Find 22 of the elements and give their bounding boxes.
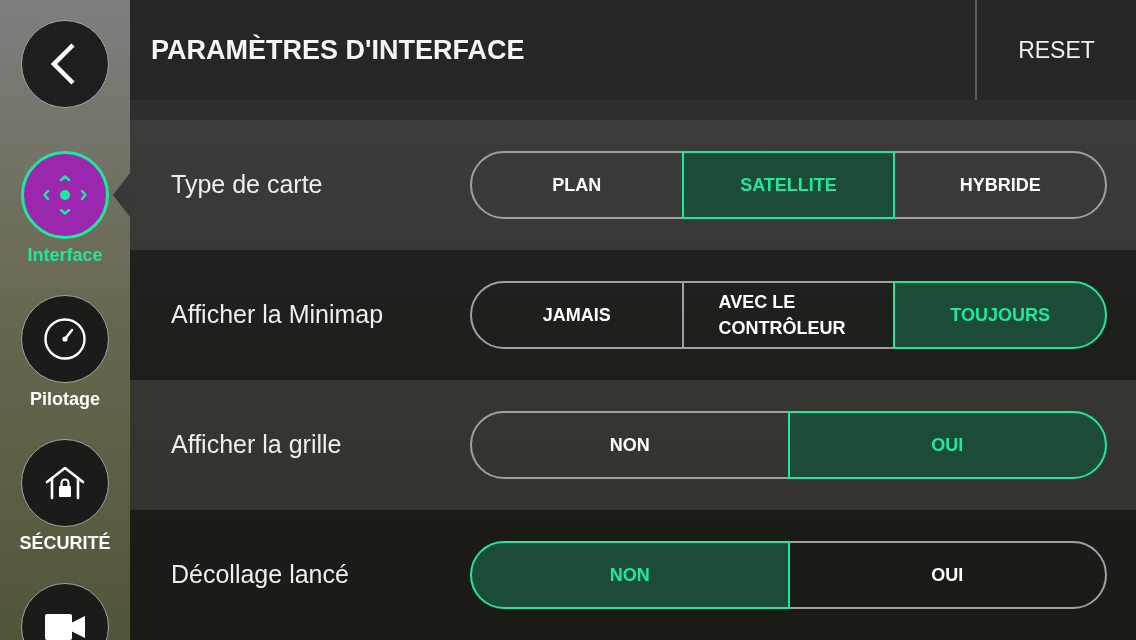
nav-label: SÉCURITÉ	[19, 531, 111, 555]
dpad-icon	[43, 175, 87, 215]
segment-option[interactable]: SATELLITE	[681, 151, 896, 219]
segment-option[interactable]: TOUJOURS	[893, 281, 1107, 349]
reset-button[interactable]: RESET	[975, 0, 1136, 100]
video-camera-icon	[45, 614, 85, 640]
segment-option[interactable]: OUI	[787, 541, 1107, 609]
setting-label: Afficher la grille	[170, 429, 343, 461]
setting-label: Type de carte	[170, 169, 324, 201]
segment-option[interactable]: NON	[470, 541, 790, 609]
segment-option[interactable]: JAMAIS	[470, 281, 684, 349]
pointer-icon	[113, 173, 130, 217]
setting-label: Décollage lancé	[170, 559, 350, 591]
setting-label: Afficher la Minimap	[170, 299, 385, 331]
house-lock-icon	[45, 466, 85, 500]
back-icon	[51, 43, 75, 85]
nav-label: Interface	[27, 244, 103, 267]
page-title: PARAMÈTRES D'INTERFACE	[151, 33, 525, 67]
nav-label: Pilotage	[30, 388, 100, 411]
gauge-icon	[44, 318, 86, 360]
segment-option[interactable]: HYBRIDE	[893, 151, 1107, 219]
segment-option[interactable]: OUI	[787, 411, 1107, 479]
